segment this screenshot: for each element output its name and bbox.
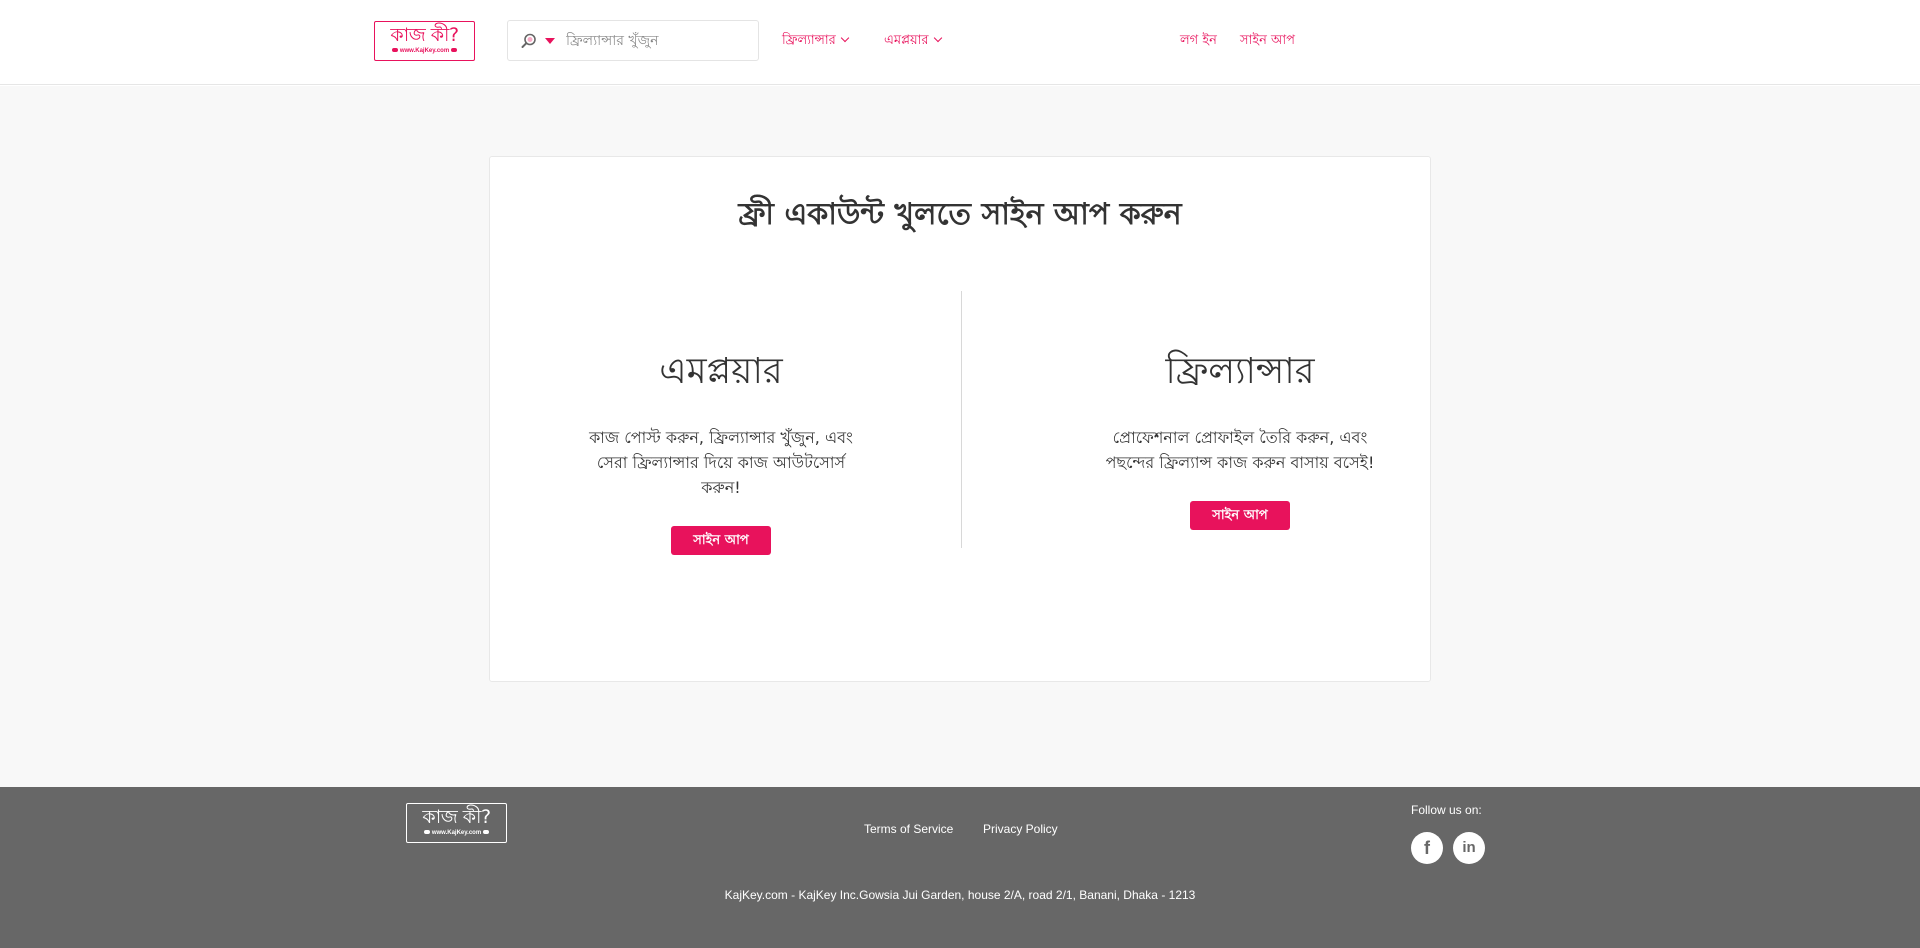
employer-description: কাজ পোস্ট করুন, ফ্রিল্যান্সার খুঁজুন, এব… (589, 428, 853, 497)
column-divider (961, 291, 962, 548)
search-input[interactable] (566, 29, 751, 53)
employer-signup-button[interactable]: সাইন আপ (671, 526, 771, 555)
nav-employer-dropdown[interactable]: এমপ্লয়ার (884, 32, 942, 50)
signup-card: ফ্রী একাউন্ট খুলতে সাইন আপ করুন এমপ্লয়া… (489, 156, 1431, 682)
nav-freelancer-dropdown[interactable]: ফ্রিল্যান্সার (782, 32, 850, 50)
signup-link[interactable]: সাইন আপ (1240, 32, 1295, 50)
nav-freelancer-label: ফ্রিল্যান্সার (782, 33, 836, 48)
logo-url-text: www.KajKey.com (375, 47, 474, 55)
main-content: ফ্রী একাউন্ট খুলতে সাইন আপ করুন এমপ্লয়া… (0, 86, 1920, 787)
search-bar (507, 20, 759, 61)
facebook-icon[interactable]: f (1411, 832, 1443, 864)
search-icon[interactable] (520, 32, 538, 50)
freelancer-column: ফ্রিল্যান্সার প্রোফেশনাল প্রোফাইল তৈরি ক… (1095, 349, 1385, 530)
employer-column: এমপ্লয়ার কাজ পোস্ট করুন, ফ্রিল্যান্সার … (576, 349, 866, 555)
linkedin-icon[interactable]: in (1453, 832, 1485, 864)
footer-logo-url-text: www.KajKey.com (407, 829, 506, 837)
chevron-down-icon (933, 33, 942, 43)
follow-us-label: Follow us on: (1411, 803, 1482, 817)
page-title: ফ্রী একাউন্ট খুলতে সাইন আপ করুন (738, 197, 1182, 232)
footer-logo[interactable]: কাজ কী? www.KajKey.com (406, 803, 507, 843)
footer: কাজ কী? www.KajKey.com Terms of Service … (0, 787, 1920, 948)
login-link[interactable]: লগ ইন (1180, 32, 1217, 50)
freelancer-description: প্রোফেশনাল প্রোফাইল তৈরি করুন, এবং পছন্দ… (1105, 428, 1375, 472)
footer-address: KajKey.com - KajKey Inc.Gowsia Jui Garde… (724, 888, 1196, 902)
top-navbar: কাজ কী? www.KajKey.com ফ্রিল্যান্সার এমপ… (0, 0, 1920, 85)
logo-text: কাজ কী? (390, 24, 459, 46)
freelancer-signup-button[interactable]: সাইন আপ (1190, 501, 1290, 530)
employer-heading: এমপ্লয়ার (659, 351, 783, 392)
nav-employer-label: এমপ্লয়ার (884, 33, 929, 48)
caret-down-icon[interactable] (545, 38, 555, 44)
freelancer-heading: ফ্রিল্যান্সার (1165, 351, 1315, 392)
privacy-policy-link[interactable]: Privacy Policy (983, 821, 1058, 837)
footer-logo-text: কাজ কী? (422, 806, 491, 828)
chevron-down-icon (840, 33, 850, 43)
site-logo[interactable]: কাজ কী? www.KajKey.com (374, 21, 475, 61)
terms-of-service-link[interactable]: Terms of Service (864, 821, 953, 837)
